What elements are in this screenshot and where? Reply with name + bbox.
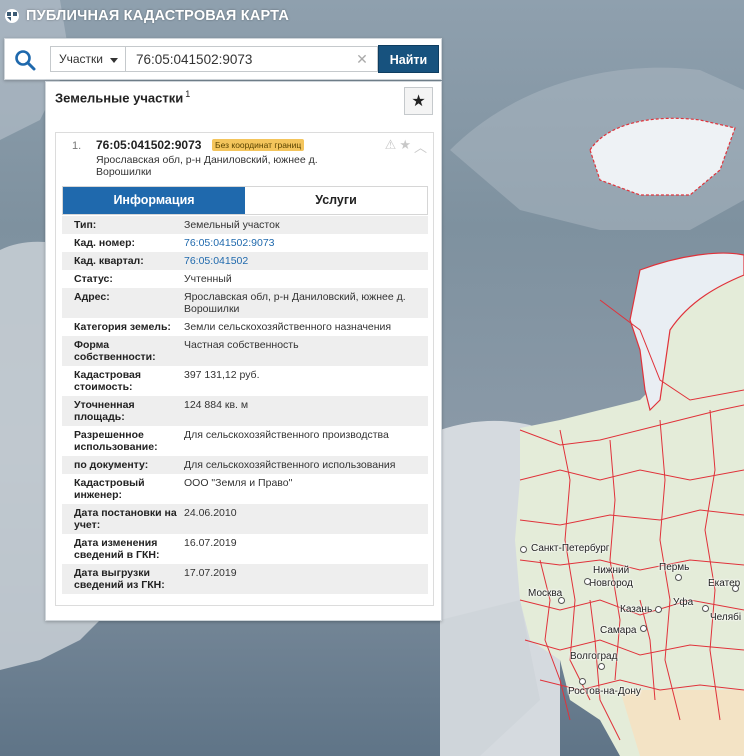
panel-title-text: Земельные участки: [55, 90, 184, 106]
table-row: Кад. квартал: 76:05:041502: [62, 252, 428, 270]
table-row: Кадастровый инженер: ООО "Земля и Право": [62, 474, 428, 504]
info-value: 397 131,12 руб.: [184, 369, 260, 381]
map-city-marker[interactable]: [732, 585, 739, 592]
map-city-marker[interactable]: [584, 578, 591, 585]
info-value: Учтенный: [184, 273, 232, 285]
info-value: Ярославская обл, р-н Даниловский, южнее …: [184, 288, 428, 318]
info-value: 24.06.2010: [184, 504, 428, 534]
map-city-label: Ростов-на-Дону: [568, 686, 641, 697]
app-header: ПУБЛИЧНАЯ КАДАСТРОВАЯ КАРТА: [0, 0, 289, 32]
results-panel: Земельные участки 1 ★ 1. 76:05:041502:907…: [45, 81, 442, 621]
info-key: Дата изменения сведений в ГКН:: [74, 537, 160, 561]
map-city-label: Нижний: [593, 565, 630, 576]
map-city-marker[interactable]: [702, 605, 709, 612]
info-key: Адрес:: [62, 288, 184, 318]
search-type-label: Участки: [59, 52, 103, 66]
table-row: по документу: Для сельскохозяйственного и…: [62, 456, 428, 474]
table-row: Кад. номер: 76:05:041502:9073: [62, 234, 428, 252]
result-card[interactable]: 1. 76:05:041502:9073 Без координат грани…: [55, 132, 434, 606]
table-row: Форма собственности: Частная собственност…: [62, 336, 428, 366]
table-row: Дата постановки на учет: 24.06.2010: [62, 504, 428, 534]
info-key: Кад. квартал:: [62, 252, 184, 270]
info-value: Для сельскохозяйственного использования: [184, 456, 428, 474]
result-cad-number[interactable]: 76:05:041502:9073: [96, 138, 201, 152]
info-value: 76:05:041502:9073: [184, 234, 428, 252]
map-city-label: Самара: [600, 625, 637, 636]
info-value: Для сельскохозяйственного производства: [184, 429, 389, 441]
map-city-label: Новгород: [589, 578, 633, 589]
info-key: Уточненная площадь:: [62, 396, 184, 426]
info-key: Категория земель:: [74, 321, 171, 333]
search-input[interactable]: [126, 46, 378, 72]
tab-info[interactable]: Информация: [63, 187, 245, 214]
info-value: ООО "Земля и Право": [184, 477, 293, 489]
info-key: по документу:: [62, 456, 184, 474]
map-city-label: Казань: [620, 604, 653, 615]
map-city-label: Волгоград: [570, 651, 618, 662]
table-row: Адрес: Ярославская обл, р-н Даниловский, …: [62, 288, 428, 318]
map-city-label: Санкт-Петербург: [531, 543, 610, 554]
info-value-link[interactable]: 76:05:041502: [184, 255, 248, 267]
chevron-up-icon[interactable]: ︿: [414, 137, 427, 156]
map-city-marker[interactable]: [655, 606, 662, 613]
star-icon: ★: [411, 93, 426, 110]
map-city-marker[interactable]: [675, 574, 682, 581]
table-row: Категория земель: Земли сельскохозяйствен…: [62, 318, 428, 336]
info-key: Тип:: [62, 216, 184, 234]
map-city-marker[interactable]: [558, 597, 565, 604]
table-row: Тип: Земельный участок: [62, 216, 428, 234]
map-city-label: Москва: [528, 588, 563, 599]
info-key: Дата постановки на учет:: [62, 504, 184, 534]
panel-title: Земельные участки 1: [55, 89, 190, 105]
warning-icon[interactable]: ⚠: [385, 137, 397, 156]
table-row: Кадастровая стоимость: 397 131,12 руб.: [62, 366, 428, 396]
map-city-marker[interactable]: [579, 678, 586, 685]
search-bar: Участки ✕ Найти: [4, 38, 442, 80]
info-value-link[interactable]: 76:05:041502:9073: [184, 237, 275, 249]
table-row: Статус: Учтенный: [62, 270, 428, 288]
info-value: Частная собственность: [184, 336, 428, 366]
info-value: 76:05:041502: [184, 252, 428, 270]
map-city-marker[interactable]: [640, 625, 647, 632]
info-value: 16.07.2019: [184, 537, 237, 549]
info-value: 17.07.2019: [184, 564, 428, 594]
info-key: Кадастровая стоимость:: [74, 369, 141, 393]
map-city-label: Пермь: [659, 562, 690, 573]
info-key: Разрешенное использование:: [74, 429, 158, 453]
card-tabs: Информация Услуги: [62, 186, 428, 215]
table-row: Дата изменения сведений в ГКН: 16.07.2019: [62, 534, 428, 564]
table-row: Уточненная площадь: 124 884 кв. м: [62, 396, 428, 426]
info-key: Статус:: [74, 273, 113, 285]
info-key: Дата выгрузки сведений из ГКН:: [62, 564, 184, 594]
info-value: 124 884 кв. м: [184, 396, 428, 426]
table-row: Разрешенное использование: Для сельскохоз…: [62, 426, 428, 456]
info-key: Кад. номер:: [74, 237, 136, 249]
info-table: Тип: Земельный участок Кад. номер: 76:05:04…: [62, 216, 428, 594]
card-actions: ⚠ ★ ︿: [385, 137, 427, 156]
table-row: Дата выгрузки сведений из ГКН: 17.07.2019: [62, 564, 428, 594]
map-city-label: Челябі: [710, 612, 742, 623]
close-icon[interactable]: ✕: [354, 51, 370, 68]
cadastre-logo-icon[interactable]: [4, 8, 20, 24]
tab-services[interactable]: Услуги: [245, 187, 427, 214]
info-value: Земельный участок: [184, 216, 428, 234]
star-icon[interactable]: ★: [399, 137, 411, 156]
map-city-label: Уфа: [673, 597, 694, 608]
status-badge: Без координат границ: [212, 139, 305, 151]
info-key: Кадастровый инженер:: [74, 477, 145, 501]
search-type-select[interactable]: Участки: [50, 46, 126, 72]
find-button[interactable]: Найти: [378, 45, 439, 73]
search-icon[interactable]: [13, 48, 37, 72]
caret-down-icon: [110, 58, 118, 63]
app-title: ПУБЛИЧНАЯ КАДАСТРОВАЯ КАРТА: [26, 8, 289, 24]
map-city-marker[interactable]: [520, 546, 527, 553]
map-city-marker[interactable]: [598, 663, 605, 670]
result-address: Ярославская обл, р-н Даниловский, южнее …: [96, 154, 318, 178]
info-key: Форма собственности:: [62, 336, 184, 366]
results-count: 1: [185, 89, 191, 99]
favorites-button[interactable]: ★: [404, 87, 433, 115]
result-index: 1.: [72, 140, 82, 152]
info-value: Земли сельскохозяйственного назначения: [184, 321, 392, 333]
